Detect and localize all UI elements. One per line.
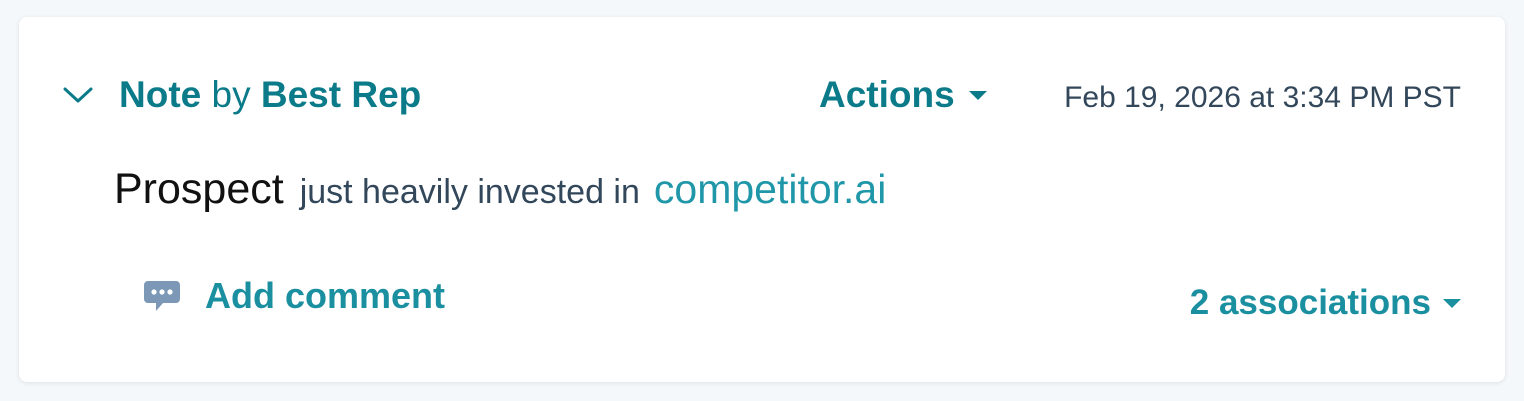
add-comment-label: Add comment xyxy=(205,275,446,316)
chevron-down-icon[interactable] xyxy=(63,85,93,105)
note-body-text: just heavily invested in xyxy=(299,173,640,211)
note-body-link[interactable]: competitor.ai xyxy=(654,166,886,213)
actions-dropdown[interactable]: Actions xyxy=(819,72,987,118)
note-body-prospect: Prospect xyxy=(114,165,284,213)
comment-icon xyxy=(143,279,181,313)
associations-dropdown[interactable]: 2 associations xyxy=(1190,281,1461,325)
caret-down-icon xyxy=(968,90,987,100)
note-by-label: by xyxy=(211,74,251,115)
note-card: Note by Best Rep Actions Feb 19, 2026 at… xyxy=(19,17,1505,382)
add-comment-button[interactable]: Add comment xyxy=(143,275,445,317)
note-author-link[interactable]: Best Rep xyxy=(261,74,421,115)
note-body: Prospect just heavily invested in compet… xyxy=(114,165,886,214)
note-timestamp: Feb 19, 2026 at 3:34 PM PST xyxy=(1064,81,1461,114)
note-title: Note by Best Rep xyxy=(119,72,421,118)
actions-label: Actions xyxy=(819,74,955,115)
caret-down-icon xyxy=(1443,298,1461,308)
note-type-label: Note xyxy=(119,74,202,115)
associations-label: 2 associations xyxy=(1189,283,1431,322)
